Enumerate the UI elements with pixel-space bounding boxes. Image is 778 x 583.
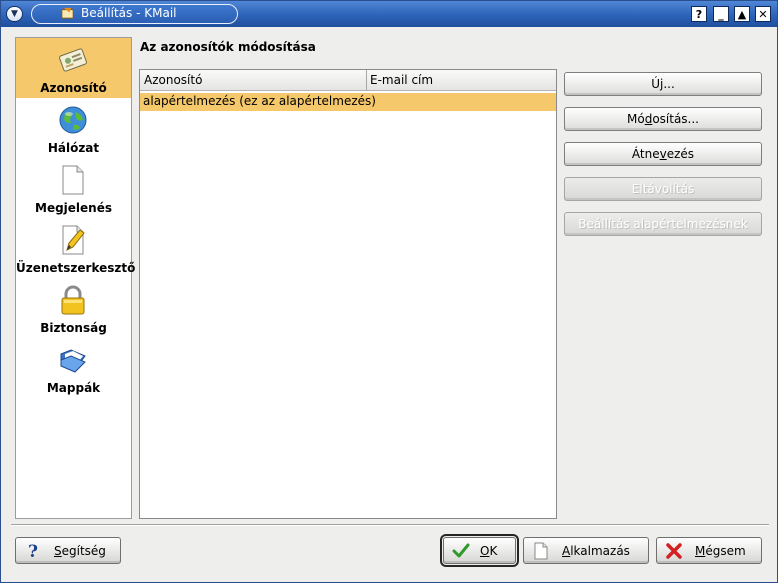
modify-label-b: osítás... — [652, 112, 699, 126]
sidebar-item-label: Biztonság — [40, 321, 107, 335]
globe-icon — [59, 106, 87, 134]
window-title: Beállítás - KMail — [81, 6, 177, 20]
rename-accelerator: v — [659, 147, 667, 161]
document-icon — [62, 165, 84, 195]
ok-label: OK — [480, 544, 497, 558]
question-mark-icon: ? — [28, 542, 38, 560]
cancel-button[interactable]: Mégsem — [656, 537, 762, 564]
document-icon — [534, 542, 548, 560]
kmail-app-icon — [61, 7, 74, 19]
list-header: Azonosító E-mail cím — [140, 70, 556, 91]
minimize-button[interactable]: _ — [713, 6, 729, 22]
remove-button[interactable]: Eltávolítás — [564, 177, 762, 201]
new-label-ellipsis: ... — [663, 77, 675, 91]
list-item[interactable]: alapértelmezés (ez az alapértelmezés) — [140, 93, 556, 111]
cancel-label-rest: égsem — [705, 544, 746, 558]
help-dialog-button[interactable]: ? Segítség — [15, 537, 121, 564]
identity-list[interactable]: Azonosító E-mail cím alapértelmezés (ez … — [139, 69, 557, 519]
rename-button[interactable]: Átne v ezés — [564, 142, 762, 166]
apply-label-rest: lkalmazás — [570, 544, 630, 558]
sidebar-item-label: Mappák — [46, 381, 101, 395]
settings-window: ▼ Beállítás - KMail ? _ ▲ ✕ Azonosító Há… — [0, 0, 778, 583]
help-label-rest: egítség — [61, 544, 106, 558]
close-icon: ✕ — [758, 7, 768, 21]
window-menu-button[interactable]: ▼ — [6, 6, 23, 22]
identity-name: alapértelmezés (ez az alapértelmezés) — [143, 94, 376, 108]
set-default-label: Beállítás alapértelmezésnek — [578, 217, 748, 231]
help-icon: ? — [695, 7, 703, 21]
divider — [11, 524, 769, 526]
sidebar-item-identity[interactable]: Azonosító — [16, 38, 131, 98]
help-label: Segítség — [54, 544, 106, 558]
sidebar-item-label: Üzenetszerkesztő — [16, 261, 136, 275]
identity-card-icon — [59, 48, 87, 72]
checkmark-icon — [452, 543, 470, 558]
close-button[interactable]: ✕ — [755, 6, 771, 22]
remove-label: Eltávolítás — [631, 182, 695, 196]
minimize-icon: _ — [718, 7, 724, 21]
sidebar: Azonosító Hálózat Megjelenés Üzenetszerk… — [15, 37, 136, 519]
cancel-label: Mégsem — [695, 544, 746, 558]
set-default-button[interactable]: Beállítás alapértelmezésnek — [564, 212, 762, 236]
column-divider[interactable] — [366, 70, 367, 91]
chevron-down-icon: ▼ — [11, 9, 18, 19]
sidebar-item-label: Megjelenés — [35, 201, 112, 215]
ok-label-rest: K — [489, 544, 498, 558]
sidebar-item-security[interactable]: Biztonság — [16, 278, 131, 338]
sidebar-item-composer[interactable]: Üzenetszerkesztő — [16, 218, 136, 278]
sidebar-item-folders[interactable]: Mappák — [16, 338, 131, 398]
help-button[interactable]: ? — [691, 6, 707, 22]
title-bar[interactable]: ▼ Beállítás - KMail ? _ ▲ ✕ — [1, 1, 777, 27]
maximize-icon: ▲ — [737, 7, 747, 21]
column-header-email[interactable]: E-mail cím — [370, 73, 433, 87]
sidebar-item-appearance[interactable]: Megjelenés — [16, 158, 131, 218]
modify-button[interactable]: Mó d osítás... — [564, 107, 762, 131]
maximize-button[interactable]: ▲ — [734, 6, 750, 22]
svg-text:?: ? — [28, 542, 38, 560]
sidebar-item-label: Azonosító — [40, 81, 107, 95]
apply-button[interactable]: Alkalmazás — [523, 537, 649, 564]
help-accelerator: S — [54, 544, 62, 558]
new-label: Új — [651, 77, 664, 91]
modify-accelerator: d — [644, 112, 653, 126]
padlock-icon — [61, 285, 85, 315]
sidebar-item-network[interactable]: Hálózat — [16, 98, 131, 158]
apply-accelerator: A — [562, 544, 571, 558]
column-header-identity[interactable]: Azonosító — [144, 73, 202, 87]
rename-label-b: ezés — [666, 147, 695, 161]
pencil-icon — [62, 225, 85, 255]
rename-label-a: Átne — [631, 147, 660, 161]
cancel-accelerator: M — [695, 544, 706, 558]
sidebar-item-label: Hálózat — [47, 141, 100, 155]
ok-button[interactable]: OK — [440, 534, 519, 567]
red-x-icon — [666, 543, 682, 559]
new-button[interactable]: Új... — [564, 72, 762, 96]
folder-icon — [60, 349, 86, 373]
page-title: Az azonosítók módosítása — [140, 40, 316, 54]
apply-label: Alkalmazás — [562, 544, 630, 558]
modify-label-a: Mó — [626, 112, 645, 126]
